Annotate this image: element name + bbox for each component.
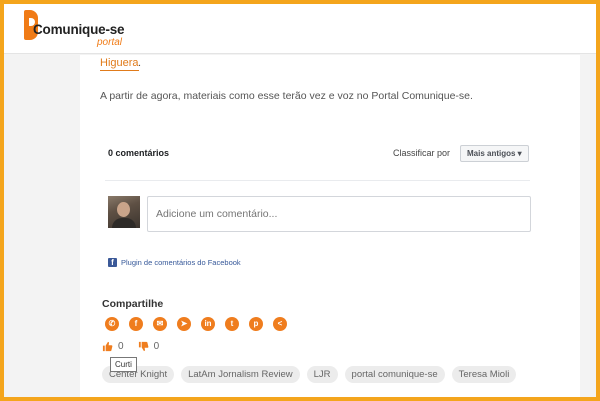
twitter-icon[interactable]: t (225, 317, 239, 331)
thumbs-up-icon (102, 341, 113, 351)
tag-item[interactable]: portal comunique-se (344, 366, 445, 383)
sort-label: Classificar por (393, 148, 451, 158)
article-paragraph: A partir de agora, materiais como esse t… (100, 90, 473, 102)
share-icon[interactable]: < (273, 317, 287, 331)
facebook-icon[interactable]: f (129, 317, 143, 331)
tag-item[interactable]: LJR (306, 366, 338, 383)
share-buttons: ✆ f ✉ ➤ in t p < (105, 317, 297, 332)
comment-input[interactable] (147, 196, 531, 232)
reactions: 0 0 (102, 339, 173, 353)
author-link[interactable]: Higuera (100, 57, 139, 71)
article-content: Higuera . A partir de agora, materiais c… (80, 55, 580, 397)
browser-viewport: Comunique-se portal Higuera . A partir d… (4, 4, 596, 397)
sort-dropdown[interactable]: Mais antigos ▾ (460, 145, 529, 162)
plugin-label: Plugin de comentários do Facebook (121, 257, 241, 267)
comment-count: 0 comentários (108, 148, 170, 158)
like-button[interactable]: 0 (102, 341, 124, 352)
logo-text: Comunique-se (33, 22, 125, 37)
dislike-button[interactable]: 0 (138, 340, 160, 352)
pinterest-icon[interactable]: p (249, 317, 263, 331)
tag-item[interactable]: Teresa Mioli (451, 366, 517, 383)
email-icon[interactable]: ✉ (153, 317, 167, 331)
like-count: 0 (118, 340, 124, 352)
site-logo[interactable]: Comunique-se portal (24, 10, 134, 50)
avatar (108, 196, 140, 228)
facebook-comments-plugin: 0 comentários Classificar por Mais antig… (105, 140, 531, 280)
tag-item[interactable]: LatAm Jornalism Review (181, 366, 300, 383)
facebook-plugin-link[interactable]: f Plugin de comentários do Facebook (108, 256, 241, 268)
whatsapp-icon[interactable]: ✆ (105, 317, 119, 331)
linkedin-icon[interactable]: in (201, 317, 215, 331)
thumbs-down-icon (138, 341, 148, 351)
share-title: Compartilhe (102, 298, 164, 310)
tooltip: Curti (110, 357, 137, 372)
facebook-icon: f (108, 257, 117, 267)
logo-subtitle: portal (97, 37, 123, 48)
dislike-count: 0 (153, 340, 160, 352)
telegram-icon[interactable]: ➤ (177, 317, 191, 331)
tag-list: Center Knight LatAm Jornalism Review LJR po… (102, 366, 523, 383)
divider (105, 180, 530, 181)
site-header: Comunique-se portal (4, 4, 596, 54)
link-suffix: . (138, 57, 142, 69)
